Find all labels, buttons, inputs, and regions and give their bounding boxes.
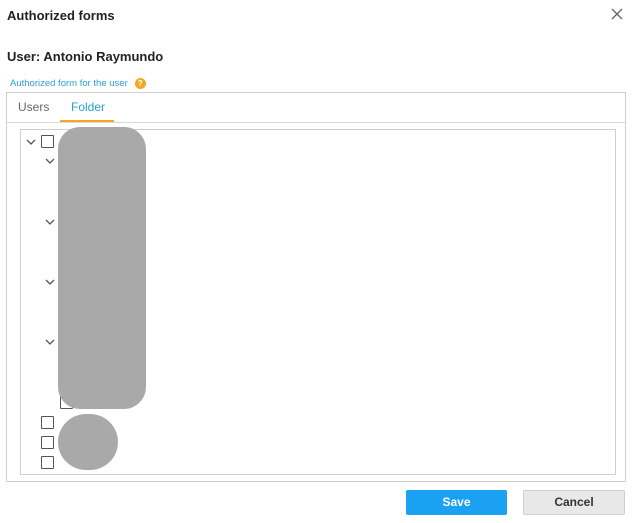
help-icon[interactable]: ? <box>134 78 146 89</box>
redacted-folder-names <box>58 127 146 409</box>
user-heading: User: Antonio Raymundo <box>7 49 164 64</box>
chevron-down-icon[interactable] <box>45 338 55 346</box>
chevron-down-icon[interactable] <box>26 138 36 146</box>
section-label-text: Authorized form for the user <box>10 78 128 89</box>
chevron-down-icon[interactable] <box>45 218 55 226</box>
close-icon[interactable] <box>609 6 625 22</box>
tree-checkbox[interactable] <box>41 416 54 429</box>
redacted-folder-names <box>58 414 118 470</box>
chevron-down-icon[interactable] <box>45 157 55 165</box>
tab-folder[interactable]: Folder <box>71 100 105 114</box>
dialog-title: Authorized forms <box>7 8 115 23</box>
tab-users[interactable]: Users <box>18 100 49 114</box>
section-label: Authorized form for the user ? <box>10 78 146 89</box>
chevron-down-icon[interactable] <box>45 278 55 286</box>
tree-checkbox[interactable] <box>41 456 54 469</box>
cancel-button[interactable]: Cancel <box>523 490 625 515</box>
active-tab-indicator <box>60 120 114 122</box>
tree-checkbox-root[interactable] <box>41 135 54 148</box>
tab-bar: Users Folder <box>7 93 625 123</box>
save-button[interactable]: Save <box>406 490 507 515</box>
tree-checkbox[interactable] <box>41 436 54 449</box>
